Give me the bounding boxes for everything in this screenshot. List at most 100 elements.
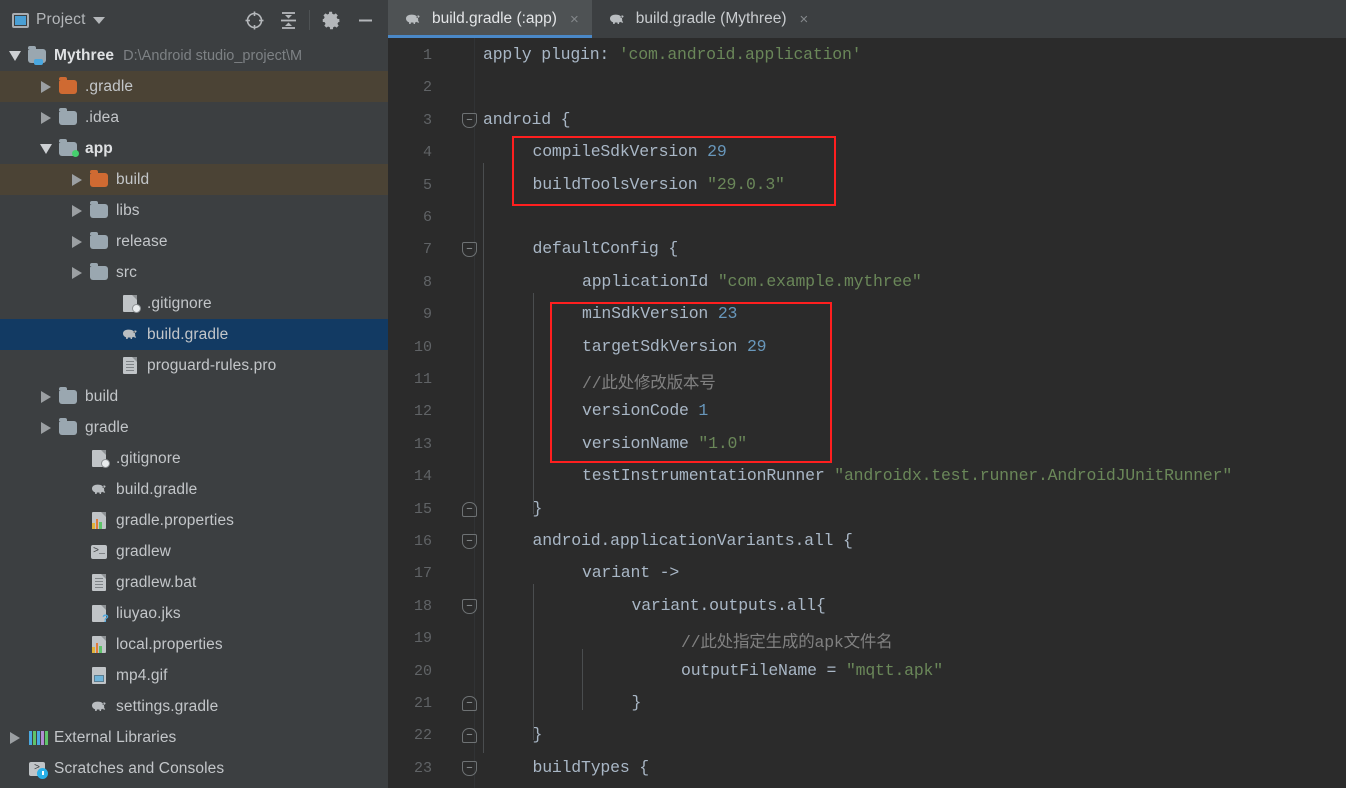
properties-file-icon (90, 511, 109, 530)
twisty-expanded-icon[interactable] (2, 50, 28, 61)
twisty-collapsed-icon[interactable] (33, 111, 59, 124)
project-view-selector[interactable]: Project (12, 11, 105, 29)
folder-module-green-icon (59, 139, 79, 158)
tree-node-scratches-and-consoles[interactable]: > Scratches and Consoles (0, 753, 388, 784)
code-line-text[interactable]: outputFileName = "mqtt.apk" (681, 661, 943, 680)
hide-panel-icon[interactable] (348, 5, 382, 35)
file-text-icon (121, 356, 140, 375)
twisty-collapsed-icon[interactable] (64, 235, 90, 248)
tree-node-build[interactable]: build (0, 164, 388, 195)
collapse-all-icon[interactable] (271, 5, 305, 35)
code-line-text[interactable]: } (533, 725, 543, 744)
code-line-text[interactable]: apply plugin: 'com.android.application' (483, 45, 862, 64)
tree-node-gradlew[interactable]: >_ gradlew (0, 536, 388, 567)
fold-collapsed-icon[interactable]: − (462, 501, 477, 517)
twisty-collapsed-icon[interactable] (33, 421, 59, 434)
twisty-collapsed-icon[interactable] (64, 173, 90, 186)
close-icon[interactable]: × (799, 11, 808, 28)
code-line-text[interactable]: variant -> (582, 563, 679, 582)
tree-node-gradle[interactable]: gradle (0, 412, 388, 443)
code-line-text[interactable]: testInstrumentationRunner "androidx.test… (582, 466, 1232, 485)
line-number: 11 (413, 371, 432, 388)
twisty-collapsed-icon[interactable] (33, 390, 59, 403)
twisty-collapsed-icon[interactable] (33, 80, 59, 93)
twisty-expanded-icon[interactable] (33, 143, 59, 154)
tree-node-gradle[interactable]: .gradle (0, 71, 388, 102)
tree-node-settings-gradle[interactable]: settings.gradle (0, 691, 388, 722)
twisty-collapsed-icon[interactable] (64, 266, 90, 279)
tree-node-mythree[interactable]: Mythree D:\Android studio_project\M (0, 40, 388, 71)
folder-icon (90, 201, 109, 220)
indent-guide (532, 584, 534, 741)
tree-node-gitignore[interactable]: .gitignore (0, 443, 388, 474)
code-line-text[interactable]: compileSdkVersion 29 (533, 142, 727, 161)
fold-expanded-icon[interactable]: − (462, 534, 477, 549)
tree-node-build-gradle[interactable]: build.gradle (0, 474, 388, 505)
editor-tab-1[interactable]: build.gradle (:app) × (388, 0, 592, 38)
code-line-text[interactable]: android { (483, 110, 571, 129)
project-tree[interactable]: Mythree D:\Android studio_project\M .gradl… (0, 40, 388, 788)
code-line-text[interactable]: buildTypes { (533, 758, 650, 777)
tree-node-label: Mythree (54, 46, 115, 64)
tree-node-idea[interactable]: .idea (0, 102, 388, 133)
tree-node-liuyao-jks[interactable]: ? liuyao.jks (0, 598, 388, 629)
twisty-collapsed-icon[interactable] (64, 204, 90, 217)
tree-node-label: .gitignore (116, 449, 181, 467)
code-line-text[interactable]: applicationId "com.example.mythree" (582, 272, 922, 291)
scratches-icon: > (28, 759, 48, 779)
code-line-text[interactable]: versionName "1.0" (582, 434, 747, 453)
tree-node-label: mp4.gif (116, 666, 168, 684)
line-number: 20 (413, 662, 432, 680)
code-token: apply (483, 45, 542, 64)
code-token: } (532, 725, 543, 745)
line-number: 3 (422, 111, 432, 129)
android-studio-window: Project Mythree D:\Android studio_projec… (0, 0, 1346, 788)
code-line-text[interactable]: buildToolsVersion "29.0.3" (533, 175, 785, 194)
tree-node-build-gradle[interactable]: build.gradle (0, 319, 388, 350)
tree-node-gradlew-bat[interactable]: gradlew.bat (0, 567, 388, 598)
tree-node-gradle-properties[interactable]: gradle.properties (0, 505, 388, 536)
code-line-text[interactable]: targetSdkVersion 29 (582, 337, 767, 356)
fold-expanded-icon[interactable]: − (462, 598, 477, 614)
tree-node-app[interactable]: app (0, 133, 388, 164)
code-token: } (532, 498, 543, 518)
twisty-collapsed-icon[interactable] (2, 731, 28, 744)
folder-icon (59, 387, 78, 406)
editor-tab-2[interactable]: build.gradle (Mythree) × (592, 0, 822, 38)
code-line-text[interactable]: //此处修改版本号 (582, 369, 716, 393)
fold-expanded-icon[interactable]: − (462, 242, 477, 258)
tree-node-build[interactable]: build (0, 381, 388, 412)
close-icon[interactable]: × (570, 11, 579, 28)
code-line-text[interactable]: android.applicationVariants.all { (533, 531, 853, 550)
tree-node-libs[interactable]: libs (0, 195, 388, 226)
code-line-text[interactable]: variant.outputs.all{ (632, 596, 826, 615)
code-line-text[interactable]: } (533, 499, 543, 518)
tree-node-gitignore[interactable]: .gitignore (0, 288, 388, 319)
code-editor[interactable]: 1 apply plugin: 'com.android.application'… (388, 38, 1346, 788)
tree-node-mp4-gif[interactable]: mp4.gif (0, 660, 388, 691)
settings-gear-icon[interactable] (314, 5, 348, 35)
line-number: 8 (422, 273, 432, 291)
chevron-down-icon[interactable] (92, 16, 105, 24)
code-line-text[interactable]: //此处指定生成的apk文件名 (681, 628, 893, 652)
toolbar-divider (309, 10, 310, 30)
tree-node-label: build.gradle (116, 480, 198, 498)
tree-node-label: settings.gradle (116, 697, 219, 715)
locate-icon[interactable] (237, 5, 271, 35)
code-line-text[interactable]: defaultConfig { (533, 239, 679, 258)
tree-node-proguard-rules-pro[interactable]: proguard-rules.pro (0, 350, 388, 381)
code-line-text[interactable]: } (632, 693, 642, 712)
code-line-text[interactable]: minSdkVersion 23 (582, 304, 737, 323)
code-line-text[interactable]: versionCode 1 (582, 401, 708, 420)
main-row: Project Mythree D:\Android studio_projec… (0, 0, 1346, 788)
tree-node-src[interactable]: src (0, 257, 388, 288)
fold-expanded-icon[interactable]: − (462, 760, 477, 776)
fold-collapsed-icon[interactable]: − (462, 728, 477, 744)
line-number: 15 (413, 500, 432, 518)
tree-node-release[interactable]: release (0, 226, 388, 257)
folder-icon (59, 108, 78, 127)
fold-collapsed-icon[interactable]: − (462, 696, 477, 711)
tree-node-local-properties[interactable]: local.properties (0, 629, 388, 660)
fold-expanded-icon[interactable]: − (462, 112, 477, 128)
tree-node-external-libraries[interactable]: External Libraries (0, 722, 388, 753)
